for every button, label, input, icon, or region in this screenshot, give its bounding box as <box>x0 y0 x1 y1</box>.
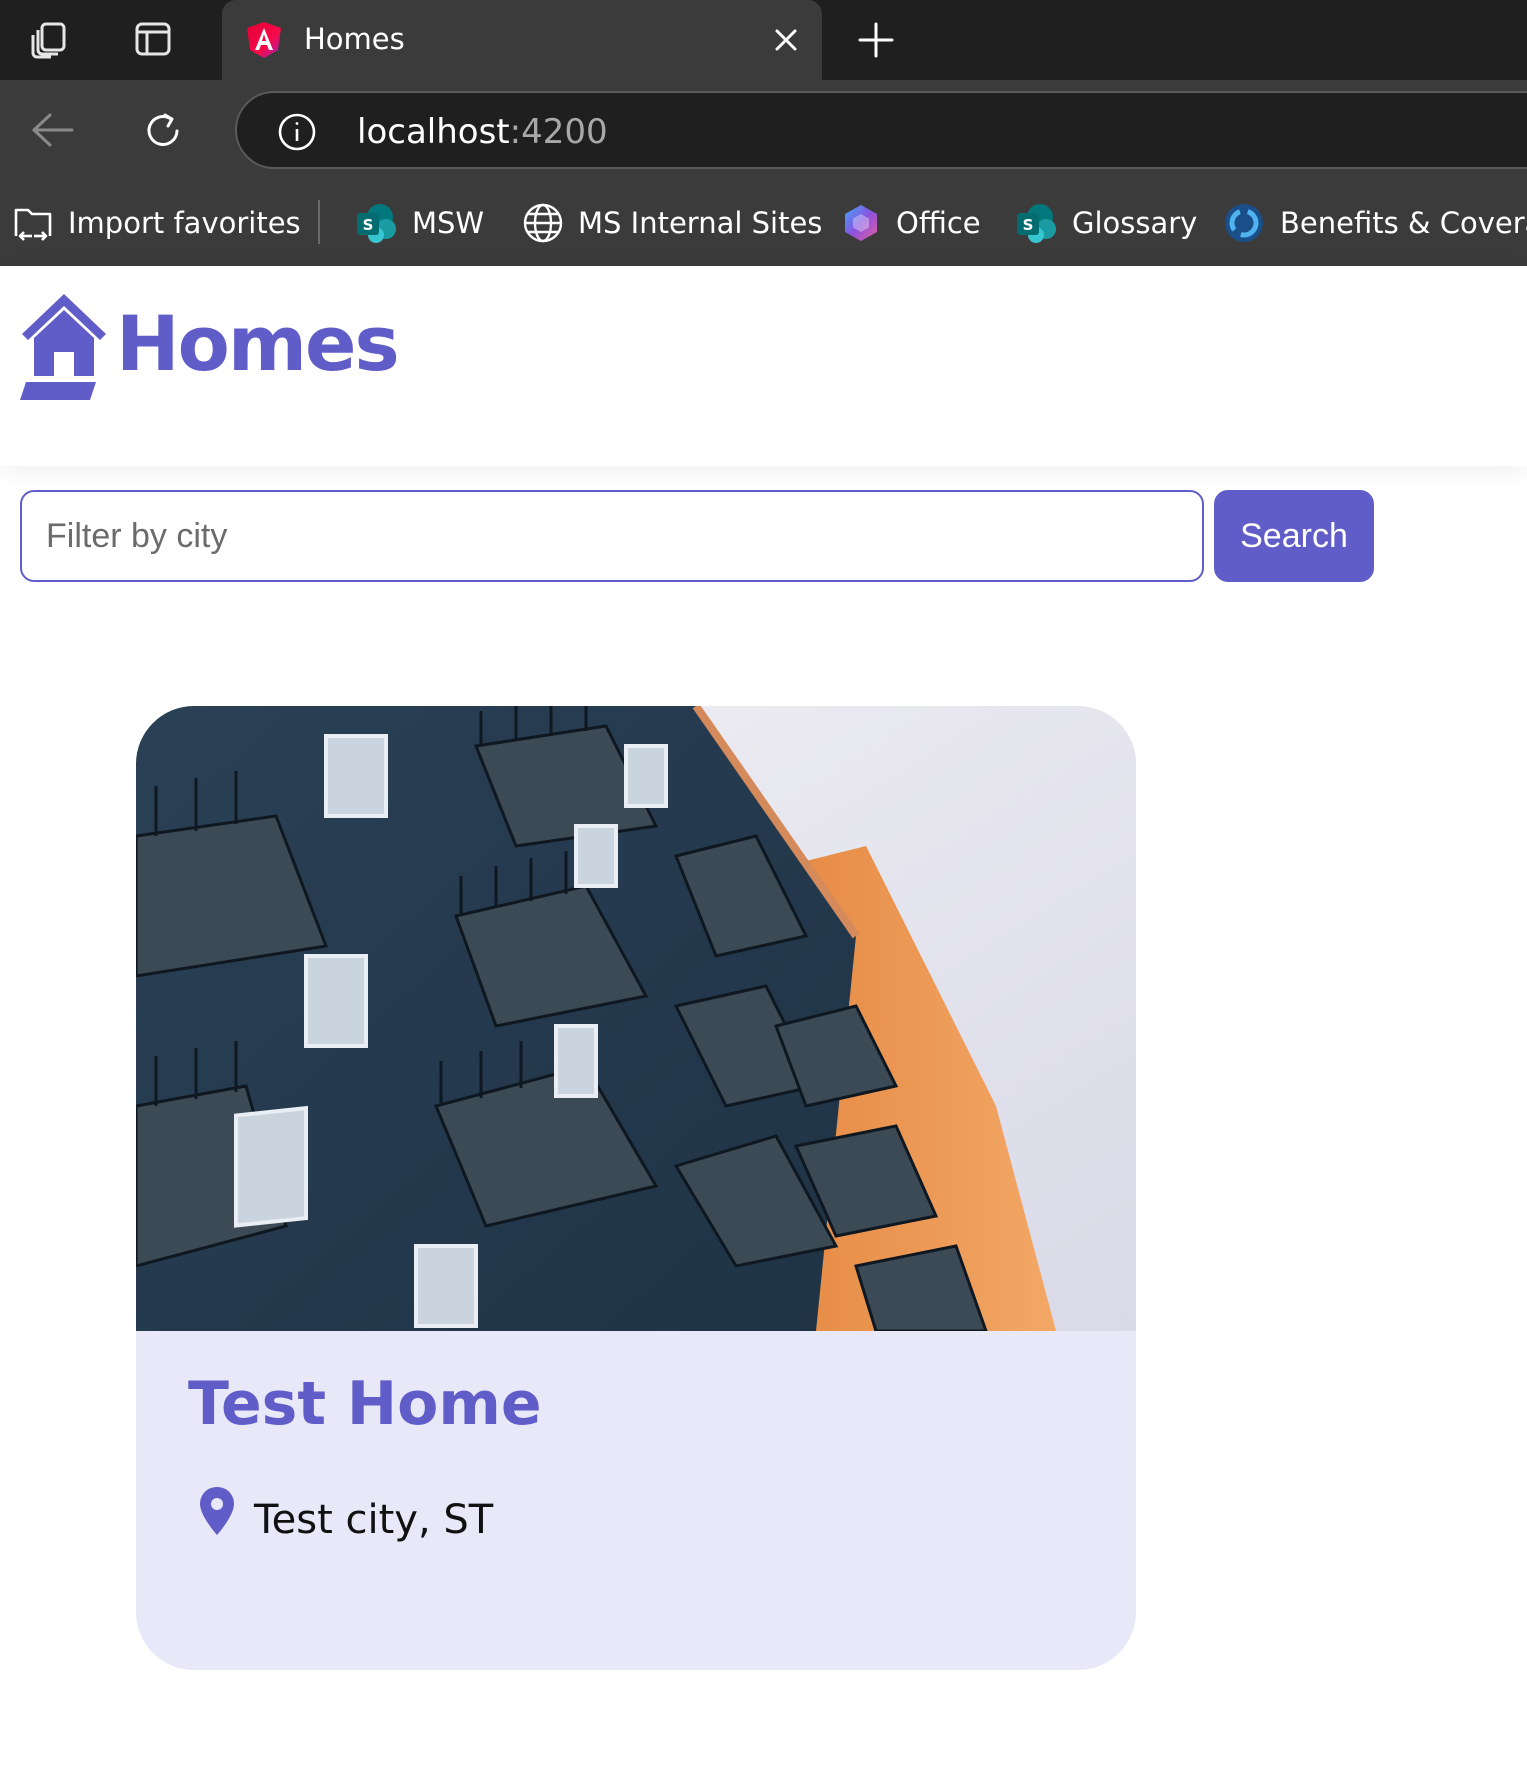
url-host: localhost <box>357 112 510 152</box>
svg-text:S: S <box>363 216 374 234</box>
back-icon[interactable] <box>28 108 78 152</box>
favorites-bar: Import favorites S MSW MS Internal Sites… <box>0 180 1527 266</box>
favorites-divider <box>318 200 320 244</box>
browser-toolbar: localhost:4200 <box>0 80 1527 180</box>
favorite-label: MS Internal Sites <box>578 206 823 240</box>
benefits-icon <box>1225 204 1263 242</box>
globe-icon <box>523 203 563 243</box>
listing-name: Test Home <box>188 1369 542 1439</box>
office-icon <box>845 205 877 241</box>
listing-photo <box>136 706 1136 1331</box>
workspaces-icon[interactable] <box>26 16 72 62</box>
refresh-icon[interactable] <box>140 108 186 154</box>
favorite-import-favorites[interactable]: Import favorites <box>12 198 301 248</box>
vertical-tabs-icon[interactable] <box>130 16 176 62</box>
site-info-icon[interactable] <box>277 112 317 152</box>
svg-text:S: S <box>1023 216 1034 234</box>
favorite-benefits[interactable]: Benefits & Coverag <box>1222 198 1527 248</box>
tab-homes[interactable]: Homes <box>222 0 822 80</box>
angular-icon <box>244 20 284 60</box>
url-port: :4200 <box>509 112 608 152</box>
filter-by-city-input[interactable] <box>20 490 1204 582</box>
sharepoint-icon: S <box>1017 204 1056 243</box>
favorite-ms-internal-sites[interactable]: MS Internal Sites <box>522 198 822 248</box>
listing-card[interactable]: Test Home Test city, ST <box>136 706 1136 1670</box>
favorite-label: Import favorites <box>68 206 301 240</box>
favorite-label: Benefits & Coverag <box>1280 206 1527 240</box>
app-header: Homes <box>0 266 1527 466</box>
listing-location: Test city, ST <box>198 1474 493 1548</box>
favorite-msw[interactable]: S MSW <box>354 198 484 248</box>
import-favorites-icon <box>14 208 52 241</box>
favorite-label: MSW <box>412 206 485 240</box>
listing-city-state: Test city, ST <box>254 1497 494 1543</box>
favorite-glossary[interactable]: S Glossary <box>1014 198 1197 248</box>
favorite-label: Glossary <box>1072 206 1198 240</box>
house-logo-icon <box>20 294 106 400</box>
brand-logo[interactable]: Homes <box>18 288 400 400</box>
location-pin-icon <box>200 1487 234 1535</box>
new-tab-icon[interactable] <box>852 16 900 64</box>
search-button[interactable]: Search <box>1214 490 1374 582</box>
app-page: Homes Search <box>0 266 1527 1778</box>
close-tab-icon[interactable] <box>768 22 804 58</box>
browser-tab-strip: Homes <box>0 0 1527 80</box>
url-text: localhost:4200 <box>357 111 608 153</box>
search-bar: Search <box>20 490 1374 582</box>
tab-title: Homes <box>304 22 405 56</box>
brand-name: Homes <box>116 299 400 388</box>
sharepoint-icon: S <box>357 204 396 243</box>
favorite-label: Office <box>896 206 981 240</box>
favorite-office[interactable]: Office <box>840 198 981 248</box>
address-bar[interactable]: localhost:4200 <box>235 91 1527 169</box>
